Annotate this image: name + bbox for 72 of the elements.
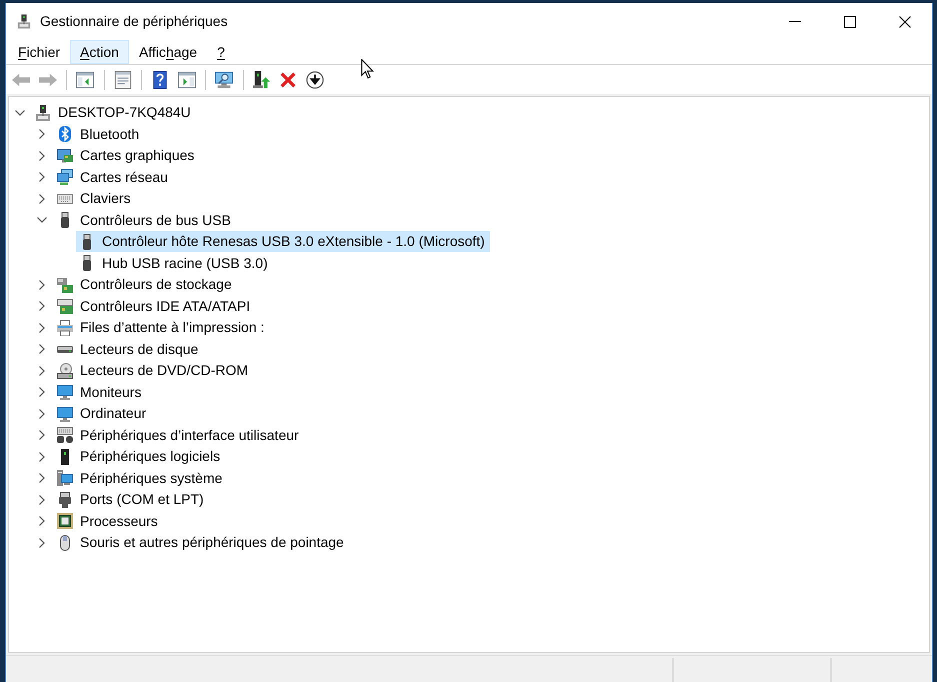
chevron-right-icon[interactable] bbox=[37, 194, 47, 204]
chevron-right-icon[interactable] bbox=[37, 280, 47, 290]
ide-controller-icon bbox=[57, 298, 73, 314]
tree-item[interactable]: Cartes graphiques bbox=[54, 145, 198, 166]
chevron-right-icon[interactable] bbox=[37, 452, 47, 462]
bluetooth-icon bbox=[57, 126, 73, 142]
network-icon bbox=[57, 169, 73, 186]
chevron-right-icon[interactable] bbox=[37, 129, 47, 140]
chevron-right-icon[interactable] bbox=[37, 344, 47, 354]
chevron-down-icon[interactable] bbox=[15, 108, 25, 118]
menu-item[interactable]: Affichage bbox=[128, 40, 208, 64]
tree-item[interactable]: Cartes réseau bbox=[54, 166, 171, 188]
display-adapter-icon bbox=[57, 148, 73, 164]
menu-item[interactable]: ? bbox=[207, 40, 235, 64]
chevron-right-icon[interactable] bbox=[37, 150, 47, 161]
close-icon bbox=[898, 16, 910, 28]
down-arrow-circle-icon bbox=[306, 70, 324, 88]
tree-item[interactable]: Lecteurs de DVD/CD-ROM bbox=[54, 360, 252, 382]
tree-item[interactable]: Lecteurs de disque bbox=[54, 338, 202, 360]
computer-tower-icon bbox=[17, 14, 31, 29]
tree-item[interactable]: DESKTOP-7KQ484U bbox=[32, 102, 194, 124]
tree-item[interactable]: Souris et autres périphériques de pointage bbox=[54, 532, 347, 554]
tree-item[interactable]: Processeurs bbox=[54, 510, 161, 532]
chevron-right-icon[interactable] bbox=[37, 172, 47, 182]
chevron-right-icon[interactable] bbox=[37, 430, 47, 440]
chevron-right-icon[interactable] bbox=[37, 538, 47, 548]
chevron-right-icon[interactable] bbox=[37, 516, 47, 526]
maximize-icon bbox=[844, 16, 856, 28]
tree-item[interactable]: Ports (COM et LPT) bbox=[54, 489, 207, 510]
tree-item[interactable]: Périphériques logiciels bbox=[54, 446, 224, 468]
chevron-down-icon[interactable] bbox=[37, 215, 47, 226]
tree-item[interactable]: Files d’attente à l’impression : bbox=[54, 317, 268, 338]
monitor-icon bbox=[57, 406, 73, 422]
system-device-icon bbox=[57, 470, 73, 486]
tree-item[interactable]: Contrôleurs de bus USB bbox=[54, 210, 234, 231]
tree-item[interactable]: Claviers bbox=[54, 188, 134, 210]
tree-item[interactable]: Périphériques d’interface utilisateur bbox=[54, 424, 302, 446]
properties-sheet-icon bbox=[114, 70, 132, 88]
chevron-right-icon[interactable] bbox=[37, 322, 47, 333]
tree-item[interactable]: Contrôleur hôte Renesas USB 3.0 eXtensible - 1.0 (Microsoft) bbox=[76, 231, 490, 252]
help-icon bbox=[151, 70, 170, 88]
port-connector-icon bbox=[57, 492, 73, 508]
menu-item[interactable]: Fichier bbox=[8, 40, 70, 64]
dvd-drive-icon bbox=[57, 362, 73, 379]
chevron-right-icon[interactable] bbox=[37, 473, 47, 484]
printer-icon bbox=[57, 320, 73, 336]
menu-item[interactable]: Action bbox=[70, 40, 129, 64]
chevron-right-icon[interactable] bbox=[37, 387, 47, 398]
mouse-icon bbox=[57, 534, 73, 551]
monitor-magnifier-icon bbox=[215, 70, 234, 88]
chevron-right-icon[interactable] bbox=[37, 408, 47, 419]
monitor-icon bbox=[57, 384, 73, 400]
computer-tower-icon bbox=[35, 104, 51, 121]
minimize-icon bbox=[788, 21, 800, 22]
chevron-right-icon[interactable] bbox=[37, 366, 47, 376]
window-pane-icon bbox=[76, 70, 94, 88]
device-arrow-icon bbox=[252, 70, 271, 88]
window-pane-icon bbox=[178, 70, 196, 88]
window-title: Gestionnaire de périphériques bbox=[40, 12, 228, 31]
processor-chip-icon bbox=[57, 513, 73, 530]
tree-item[interactable]: Moniteurs bbox=[54, 382, 144, 403]
input-device-icon bbox=[57, 427, 73, 444]
tree-item[interactable]: Hub USB racine (USB 3.0) bbox=[76, 252, 271, 274]
x-mark-icon bbox=[279, 70, 298, 88]
tree-item[interactable]: Périphériques système bbox=[54, 468, 226, 489]
tree-item[interactable]: Ordinateur bbox=[54, 403, 150, 424]
storage-controller-icon bbox=[57, 276, 73, 293]
tree-item[interactable]: Contrôleurs IDE ATA/ATAPI bbox=[54, 296, 254, 317]
tree-item[interactable]: Contrôleurs de stockage bbox=[54, 274, 235, 296]
chevron-right-icon[interactable] bbox=[37, 301, 47, 312]
tree-item[interactable]: Bluetooth bbox=[54, 124, 142, 145]
chevron-right-icon[interactable] bbox=[37, 494, 47, 505]
